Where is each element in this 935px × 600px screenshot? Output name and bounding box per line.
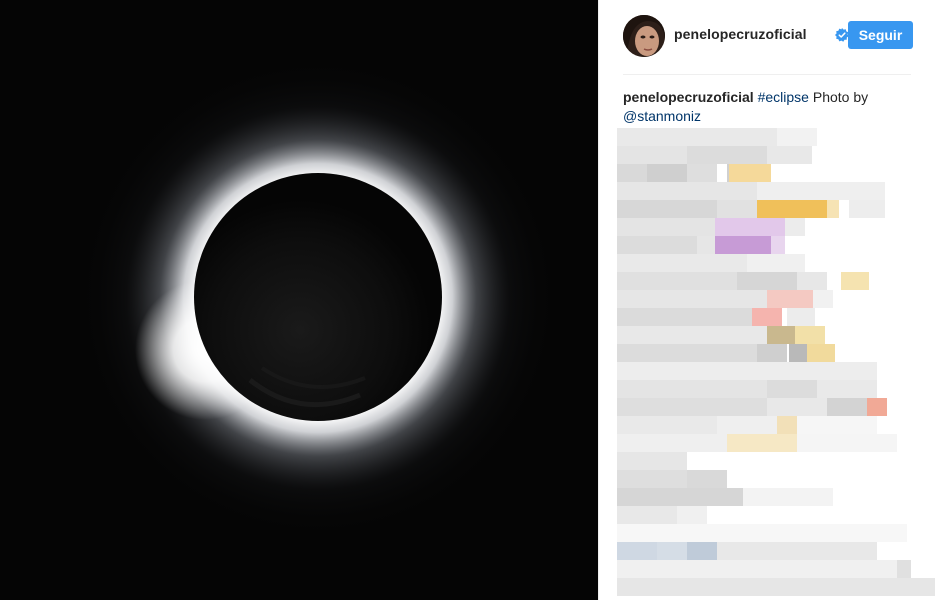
blurred-comment-block xyxy=(841,272,869,290)
mention-link[interactable]: @stanmoniz xyxy=(623,108,701,124)
blurred-comment-block xyxy=(743,488,833,506)
blurred-comment-block xyxy=(777,128,817,146)
blurred-comment-block xyxy=(727,434,797,452)
blurred-comment-block xyxy=(897,560,911,578)
blurred-comment-block xyxy=(617,236,697,254)
blurred-comment-block xyxy=(617,128,777,146)
blurred-comment-block xyxy=(617,326,767,344)
blurred-comment-block xyxy=(617,452,687,470)
follow-button[interactable]: Seguir xyxy=(848,21,913,49)
blurred-comment-block xyxy=(617,290,767,308)
eclipse-image xyxy=(0,0,598,600)
blurred-comment-block xyxy=(617,398,767,416)
blurred-comment-block xyxy=(767,146,812,164)
blurred-comment-block xyxy=(752,308,782,326)
blurred-comment-block xyxy=(677,506,707,524)
blurred-comment-block xyxy=(617,146,687,164)
blurred-comment-block xyxy=(717,200,757,218)
blurred-comment-block xyxy=(789,344,807,362)
blurred-comment-block xyxy=(617,344,757,362)
profile-avatar[interactable] xyxy=(623,15,665,57)
blurred-comment-block xyxy=(777,416,797,434)
blurred-comment-block xyxy=(687,470,727,488)
blurred-comment-block xyxy=(797,272,827,290)
blurred-comment-block xyxy=(771,236,785,254)
blurred-comment-block xyxy=(729,164,771,182)
blurred-comment-block xyxy=(687,542,717,560)
blurred-comment-block xyxy=(827,398,867,416)
blurred-comment-block xyxy=(737,272,797,290)
blurred-comment-block xyxy=(717,542,877,560)
caption-text: Photo by xyxy=(808,89,869,105)
blurred-comment-block xyxy=(617,380,767,398)
blurred-comment-block xyxy=(617,434,727,452)
blurred-comment-block xyxy=(687,146,767,164)
header-divider xyxy=(623,74,911,75)
blurred-comment-block xyxy=(867,398,887,416)
blurred-comment-block xyxy=(757,182,885,200)
blurred-comment-block xyxy=(617,578,935,596)
blurred-comment-block xyxy=(657,542,687,560)
blurred-comment-block xyxy=(827,200,839,218)
blurred-comment-block xyxy=(817,380,877,398)
post-side-panel: penelopecruzoficial Seguir penelopecruzo… xyxy=(598,0,935,600)
blurred-comment-block xyxy=(617,488,743,506)
blurred-comment-block xyxy=(647,164,687,182)
blurred-comment-block xyxy=(757,344,787,362)
blurred-comment-block xyxy=(717,416,777,434)
blurred-comment-block xyxy=(787,308,815,326)
blurred-comment-block xyxy=(687,164,717,182)
blurred-comment-block xyxy=(617,218,717,236)
blurred-comment-block xyxy=(617,164,647,182)
blurred-comment-block xyxy=(617,272,737,290)
blurred-comment-block xyxy=(617,254,747,272)
blurred-comment-block xyxy=(767,380,817,398)
blurred-comment-block xyxy=(795,326,825,344)
blurred-comment-block xyxy=(617,308,752,326)
blurred-comment-block xyxy=(785,218,805,236)
post-username[interactable]: penelopecruzoficial xyxy=(674,26,807,42)
blurred-comment-block xyxy=(757,200,827,218)
post-header: penelopecruzoficial Seguir xyxy=(623,15,913,57)
blurred-comment-block xyxy=(617,362,877,380)
blurred-comment-block xyxy=(767,398,827,416)
blurred-comment-block xyxy=(807,344,835,362)
blurred-comment-block xyxy=(617,542,657,560)
blurred-comment-block xyxy=(617,416,717,434)
blurred-comment-block xyxy=(697,236,717,254)
blurred-comment-block xyxy=(797,434,897,452)
blurred-comment-block xyxy=(767,326,795,344)
blurred-comment-block xyxy=(617,200,717,218)
blurred-comment-block xyxy=(617,524,907,542)
blurred-comment-block xyxy=(715,236,771,254)
blurred-comment-block xyxy=(767,290,813,308)
blurred-comment-block xyxy=(849,200,885,218)
blurred-comment-block xyxy=(617,560,907,578)
hashtag-link[interactable]: #eclipse xyxy=(758,89,809,105)
caption-username-link[interactable]: penelopecruzoficial xyxy=(623,89,754,105)
post-caption: penelopecruzoficial #eclipse Photo by @s… xyxy=(623,88,913,126)
blurred-comment-block xyxy=(617,182,757,200)
blurred-comment-block xyxy=(617,506,677,524)
verified-badge-icon xyxy=(835,28,849,42)
blurred-comment-block xyxy=(715,218,785,236)
blurred-comment-block xyxy=(797,416,877,434)
blurred-comments-area xyxy=(599,128,935,600)
blurred-comment-block xyxy=(747,254,805,272)
post-photo[interactable] xyxy=(0,0,598,600)
blurred-comment-block xyxy=(617,470,687,488)
blurred-comment-block xyxy=(813,290,833,308)
